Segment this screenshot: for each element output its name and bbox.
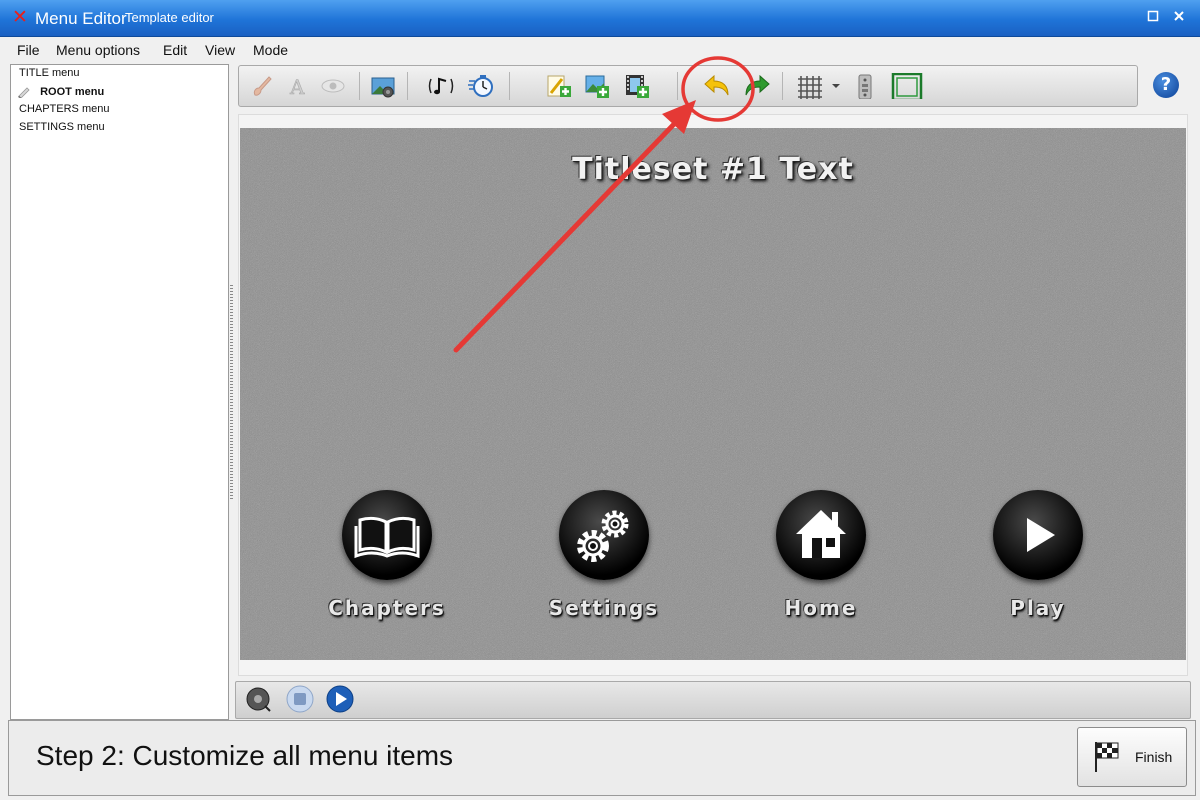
splitter-grip	[230, 285, 233, 500]
x-logo-icon: ✕	[12, 6, 28, 28]
settings-menu-button[interactable]	[559, 490, 649, 580]
help-button[interactable]: ?	[1153, 72, 1179, 98]
menu-tree: TITLE menu ROOT menu CHAPTERS menu SETTI…	[10, 64, 229, 720]
toolbar-separator	[509, 72, 510, 100]
checkered-flag-icon	[1092, 740, 1122, 779]
pencil-icon	[17, 84, 31, 101]
restore-icon[interactable]	[1146, 9, 1160, 23]
add-video-icon[interactable]	[623, 73, 651, 99]
tree-item-chapters-menu[interactable]: CHAPTERS menu	[19, 103, 109, 115]
chapters-label: Chapters	[328, 596, 446, 620]
add-image-icon[interactable]	[583, 73, 611, 99]
eye-icon[interactable]	[319, 73, 347, 99]
menu-canvas[interactable]: Titleset #1 Text Chapters Settings Home …	[240, 128, 1186, 660]
toolbar-separator	[677, 72, 678, 100]
menu-mode[interactable]: Mode	[253, 42, 288, 58]
playback-bar	[235, 681, 1191, 719]
grid-icon[interactable]	[795, 73, 823, 99]
add-text-icon[interactable]	[545, 73, 573, 99]
book-icon	[354, 516, 420, 559]
play-menu-button[interactable]	[993, 490, 1083, 580]
noise-background	[240, 128, 1186, 660]
timer-icon[interactable]	[467, 73, 495, 99]
chapters-menu-button[interactable]	[342, 490, 432, 580]
tree-item-label: ROOT menu	[40, 86, 105, 99]
record-icon[interactable]	[243, 684, 273, 714]
finish-label: Finish	[1135, 749, 1173, 765]
menu-menu-options[interactable]: Menu options	[56, 42, 140, 58]
window-title: Menu Editor	[35, 9, 127, 28]
menu-file[interactable]: File	[17, 42, 40, 58]
play-icon[interactable]	[325, 684, 355, 714]
title-bar: ✕ Menu Editor Template editor	[0, 0, 1200, 37]
grid-dropdown-icon[interactable]	[829, 73, 843, 99]
tree-item-settings-menu[interactable]: SETTINGS menu	[19, 121, 105, 133]
gears-icon	[577, 510, 629, 562]
safe-area-icon[interactable]	[891, 72, 923, 102]
svg-text:A: A	[289, 75, 305, 99]
toolbar-separator	[359, 72, 360, 100]
menu-bar: File Menu options Edit View Mode	[0, 37, 1200, 63]
settings-label: Settings	[548, 596, 660, 620]
stop-icon[interactable]	[285, 684, 315, 714]
background-image-icon[interactable]	[369, 73, 397, 99]
paint-brush-icon[interactable]	[247, 73, 275, 99]
home-label: Home	[784, 596, 858, 620]
toolbar-separator	[407, 72, 408, 100]
menu-view[interactable]: View	[205, 42, 235, 58]
toolbar-separator	[782, 72, 783, 100]
tree-item-title-menu[interactable]: TITLE menu	[19, 67, 80, 79]
play-label: Play	[1010, 596, 1066, 620]
window-subtitle: Template editor	[125, 10, 214, 25]
finish-button[interactable]: Finish	[1077, 727, 1187, 787]
step-instruction: Step 2: Customize all menu items	[36, 740, 454, 771]
tree-item-root-menu[interactable]: ROOT menu	[17, 84, 104, 101]
remote-control-icon[interactable]	[855, 73, 875, 100]
close-icon[interactable]	[1172, 9, 1186, 23]
text-format-icon[interactable]: A	[283, 73, 311, 100]
undo-icon[interactable]	[701, 73, 729, 99]
music-icon[interactable]	[427, 73, 455, 99]
home-menu-button[interactable]	[776, 490, 866, 580]
redo-icon[interactable]	[741, 73, 770, 99]
home-icon	[796, 510, 846, 558]
titleset-text[interactable]: Titleset #1 Text	[240, 152, 1186, 187]
menu-edit[interactable]: Edit	[163, 42, 187, 58]
play-icon	[1027, 518, 1055, 552]
status-bar: Step 2: Customize all menu items Finish	[8, 720, 1196, 796]
toolbar: A	[238, 65, 1138, 107]
